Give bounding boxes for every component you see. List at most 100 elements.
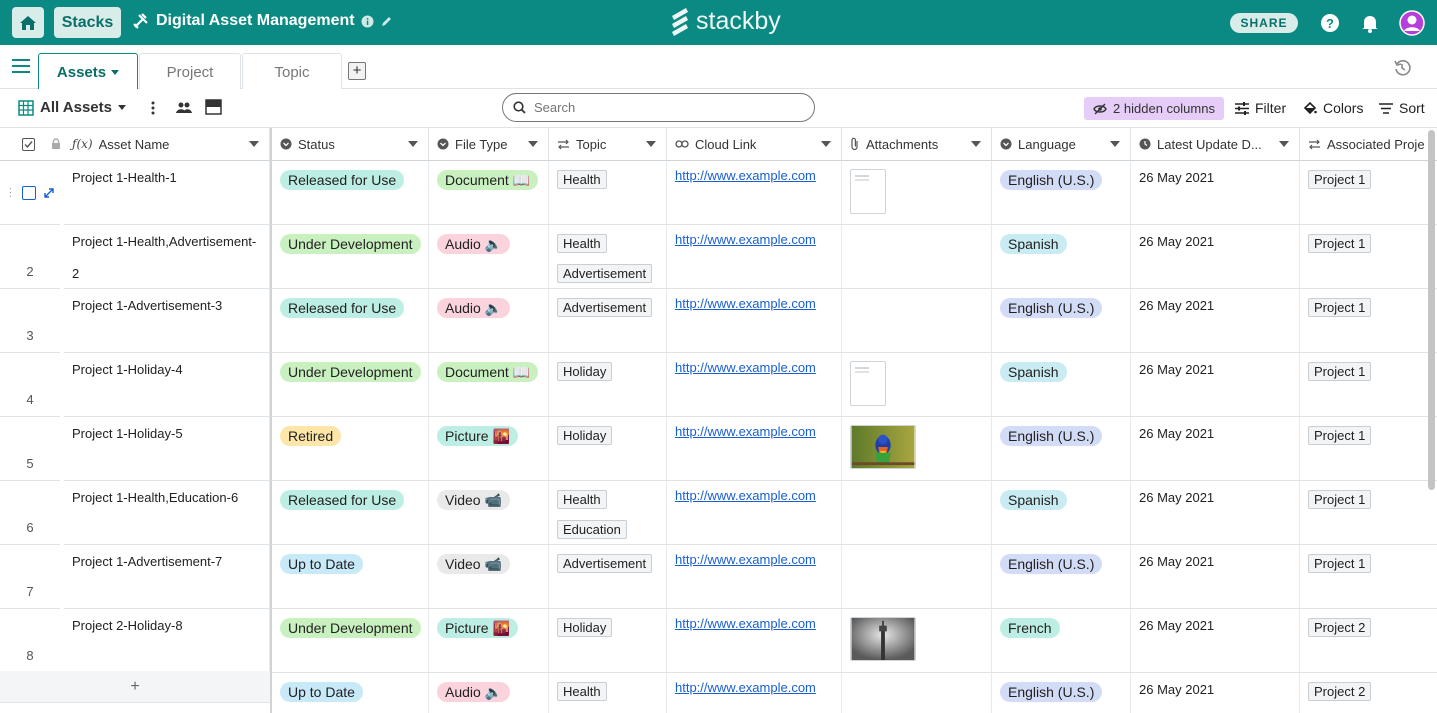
- drag-handle-icon[interactable]: ⋮: [5, 186, 16, 199]
- cell-status[interactable]: Released for Use: [272, 481, 429, 545]
- column-menu-icon[interactable]: [821, 141, 831, 147]
- cell-latest-update[interactable]: 26 May 2021: [1131, 545, 1300, 609]
- cell-topic[interactable]: Health: [549, 161, 667, 225]
- cell-language[interactable]: English (U.S.): [992, 417, 1131, 481]
- cell-file-type[interactable]: Audio 🔈: [429, 289, 549, 353]
- document-thumbnail[interactable]: [850, 169, 886, 214]
- cell-cloud-link[interactable]: http://www.example.com: [667, 609, 842, 673]
- cell-latest-update[interactable]: 26 May 2021: [1131, 161, 1300, 225]
- cloud-link[interactable]: http://www.example.com: [675, 232, 816, 247]
- cell-status[interactable]: Retired: [272, 417, 429, 481]
- help-icon[interactable]: ?: [1319, 12, 1341, 34]
- row-number[interactable]: 3: [0, 289, 60, 353]
- cell-latest-update[interactable]: 26 May 2021: [1131, 225, 1300, 289]
- cell-asset-name[interactable]: Project 1-Health,Advertisement-2: [64, 225, 270, 289]
- cell-cloud-link[interactable]: http://www.example.com: [667, 289, 842, 353]
- column-menu-icon[interactable]: [408, 141, 418, 147]
- cell-cloud-link[interactable]: http://www.example.com: [667, 417, 842, 481]
- cell-topic[interactable]: Advertisement: [549, 289, 667, 353]
- filter-button[interactable]: Filter: [1235, 100, 1286, 116]
- cell-attachments[interactable]: [842, 161, 992, 225]
- column-header-latest-update-d[interactable]: Latest Update D...: [1131, 128, 1300, 161]
- row-number[interactable]: 5: [0, 417, 60, 481]
- share-button[interactable]: SHARE: [1230, 13, 1298, 33]
- cell-attachments[interactable]: [842, 545, 992, 609]
- cell-asset-name[interactable]: Project 1-Advertisement-3: [64, 289, 270, 353]
- column-header-language[interactable]: Language: [992, 128, 1131, 161]
- cell-status[interactable]: Up to Date: [272, 545, 429, 609]
- cloud-link[interactable]: http://www.example.com: [675, 488, 816, 503]
- column-menu-icon[interactable]: [249, 141, 259, 147]
- cell-asset-name[interactable]: Project 1-Holiday-5: [64, 417, 270, 481]
- row-number[interactable]: 6: [0, 481, 60, 545]
- cloud-link[interactable]: http://www.example.com: [675, 424, 816, 439]
- cell-attachments[interactable]: [842, 673, 992, 713]
- tab-topic[interactable]: Topic: [242, 53, 342, 90]
- stack-title[interactable]: Digital Asset Management: [132, 12, 393, 30]
- add-row-button[interactable]: +: [0, 671, 270, 703]
- cloud-link[interactable]: http://www.example.com: [675, 168, 816, 183]
- cell-attachments[interactable]: [842, 353, 992, 417]
- row-number[interactable]: 7: [0, 545, 60, 609]
- cell-language[interactable]: English (U.S.): [992, 545, 1131, 609]
- cell-status[interactable]: Released for Use: [272, 161, 429, 225]
- row-number[interactable]: ⋮: [0, 161, 60, 225]
- cell-cloud-link[interactable]: http://www.example.com: [667, 545, 842, 609]
- row-number[interactable]: 2: [0, 225, 60, 289]
- cell-associated-project[interactable]: Project 1: [1300, 481, 1437, 545]
- cell-associated-project[interactable]: Project 1: [1300, 225, 1437, 289]
- info-icon[interactable]: [361, 15, 374, 28]
- collaborators-icon[interactable]: [176, 101, 192, 120]
- cell-associated-project[interactable]: Project 2: [1300, 609, 1437, 673]
- cell-cloud-link[interactable]: http://www.example.com: [667, 161, 842, 225]
- search-input[interactable]: [534, 100, 794, 115]
- cell-associated-project[interactable]: Project 1: [1300, 353, 1437, 417]
- cell-asset-name[interactable]: Project 1-Advertisement-7: [64, 545, 270, 609]
- cell-asset-name[interactable]: Project 1-Holiday-4: [64, 353, 270, 417]
- hamburger-menu-icon[interactable]: [12, 59, 30, 78]
- cell-attachments[interactable]: [842, 225, 992, 289]
- cell-topic[interactable]: Health Advertisement: [549, 225, 667, 289]
- cell-language[interactable]: English (U.S.): [992, 673, 1131, 713]
- view-selector[interactable]: All Assets: [18, 99, 126, 116]
- column-header-cloud-link[interactable]: Cloud Link: [667, 128, 842, 161]
- cell-topic[interactable]: Health: [549, 673, 667, 713]
- cell-latest-update[interactable]: 26 May 2021: [1131, 417, 1300, 481]
- colors-button[interactable]: Colors: [1303, 100, 1363, 116]
- cloud-link[interactable]: http://www.example.com: [675, 296, 816, 311]
- row-number[interactable]: 8: [0, 609, 60, 673]
- hidden-columns-button[interactable]: 2 hidden columns: [1084, 97, 1224, 120]
- expand-row-icon[interactable]: [43, 187, 55, 199]
- cell-attachments[interactable]: [842, 609, 992, 673]
- cell-file-type[interactable]: Document 📖: [429, 353, 549, 417]
- select-all-checkbox[interactable]: [22, 137, 35, 151]
- cell-status[interactable]: Under Development: [272, 609, 429, 673]
- cell-language[interactable]: English (U.S.): [992, 161, 1131, 225]
- cell-attachments[interactable]: [842, 417, 992, 481]
- cell-latest-update[interactable]: 26 May 2021: [1131, 481, 1300, 545]
- cell-file-type[interactable]: Picture 🌇: [429, 609, 549, 673]
- cell-status[interactable]: Under Development: [272, 353, 429, 417]
- column-header-status[interactable]: Status: [272, 128, 429, 161]
- document-thumbnail[interactable]: [850, 361, 886, 406]
- cell-file-type[interactable]: Audio 🔈: [429, 225, 549, 289]
- row-height-icon[interactable]: [205, 99, 222, 120]
- column-header-asset-name[interactable]: ƒ(x) Asset Name: [64, 128, 270, 161]
- cell-status[interactable]: Under Development: [272, 225, 429, 289]
- cell-latest-update[interactable]: 26 May 2021: [1131, 673, 1300, 713]
- cell-language[interactable]: Spanish: [992, 481, 1131, 545]
- more-options-icon[interactable]: [151, 101, 155, 120]
- cell-language[interactable]: English (U.S.): [992, 289, 1131, 353]
- column-menu-icon[interactable]: [528, 141, 538, 147]
- cell-status[interactable]: Released for Use: [272, 289, 429, 353]
- cell-file-type[interactable]: Audio 🔈: [429, 673, 549, 713]
- cell-asset-name[interactable]: Project 1-Health-1: [64, 161, 270, 225]
- avatar[interactable]: [1399, 10, 1425, 36]
- add-table-button[interactable]: +: [348, 62, 366, 80]
- column-menu-icon[interactable]: [971, 141, 981, 147]
- cloud-link[interactable]: http://www.example.com: [675, 680, 816, 695]
- cell-status[interactable]: Up to Date: [272, 673, 429, 713]
- cell-latest-update[interactable]: 26 May 2021: [1131, 353, 1300, 417]
- cell-associated-project[interactable]: Project 2: [1300, 673, 1437, 713]
- cell-associated-project[interactable]: Project 1: [1300, 545, 1437, 609]
